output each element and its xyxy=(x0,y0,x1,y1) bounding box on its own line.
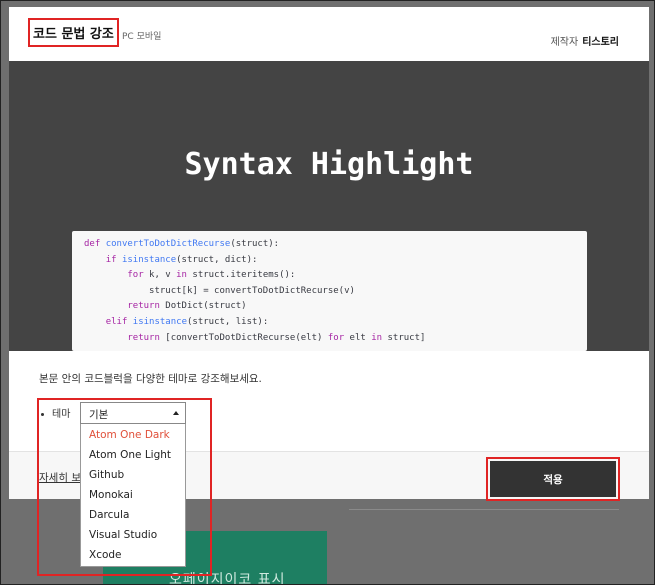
code-line: elif isinstance(struct, list): xyxy=(105,316,269,327)
background-divider xyxy=(349,509,619,510)
theme-option-atom-one-light[interactable]: Atom One Light xyxy=(81,445,185,465)
code-line: if isinstance(struct, dict): xyxy=(105,254,258,265)
theme-select[interactable]: 기본 xyxy=(80,402,186,424)
caret-up-icon xyxy=(173,411,179,415)
theme-option-visual-studio[interactable]: Visual Studio xyxy=(81,525,185,545)
maker-name: 티스토리 xyxy=(582,37,619,48)
theme-option-darcula[interactable]: Darcula xyxy=(81,505,185,525)
preview-banner: Syntax Highlight def convertToDotDictRec… xyxy=(9,61,649,351)
maker-label: 제작자 xyxy=(550,37,579,48)
theme-option-github[interactable]: Github xyxy=(81,465,185,485)
theme-select-value: 기본 xyxy=(89,409,109,421)
preview-heading: Syntax Highlight xyxy=(184,147,474,182)
code-block-preview: def convertToDotDictRecurse(struct): if … xyxy=(72,231,587,351)
code-line: return DotDict(struct) xyxy=(127,301,247,312)
code-line: struct[k] = convertToDotDictRecurse(v) xyxy=(84,285,355,296)
platform-label: PC 모바일 xyxy=(122,32,162,42)
apply-button[interactable]: 적용 xyxy=(486,457,620,501)
theme-option-xcode[interactable]: Xcode xyxy=(81,545,185,565)
code-line: for k, v in struct.iteritems(): xyxy=(127,270,296,281)
code-line: return [convertToDotDictRecurse(elt) for… xyxy=(127,332,426,343)
code-line: def convertToDotDictRecurse(struct): xyxy=(84,239,280,249)
screenshot-frame: 오페이지이코 표시 코드 문법 강조 PC 모바일 제작자 티스토리 Syntax… xyxy=(0,0,655,585)
theme-dropdown-list: Atom One Dark Atom One Light Github Mono… xyxy=(80,424,186,567)
maker-info: 제작자 티스토리 xyxy=(551,33,619,48)
theme-option-atom-one-dark[interactable]: Atom One Dark xyxy=(81,425,185,445)
dialog-header: 코드 문법 강조 PC 모바일 제작자 티스토리 xyxy=(9,7,649,61)
description-text: 본문 안의 코드블럭을 다양한 테마로 강조해보세요. xyxy=(39,373,262,385)
theme-option-monokai[interactable]: Monokai xyxy=(81,485,185,505)
code-text: def convertToDotDictRecurse(struct): if … xyxy=(72,231,587,351)
dialog-title: 코드 문법 강조 xyxy=(28,18,119,47)
